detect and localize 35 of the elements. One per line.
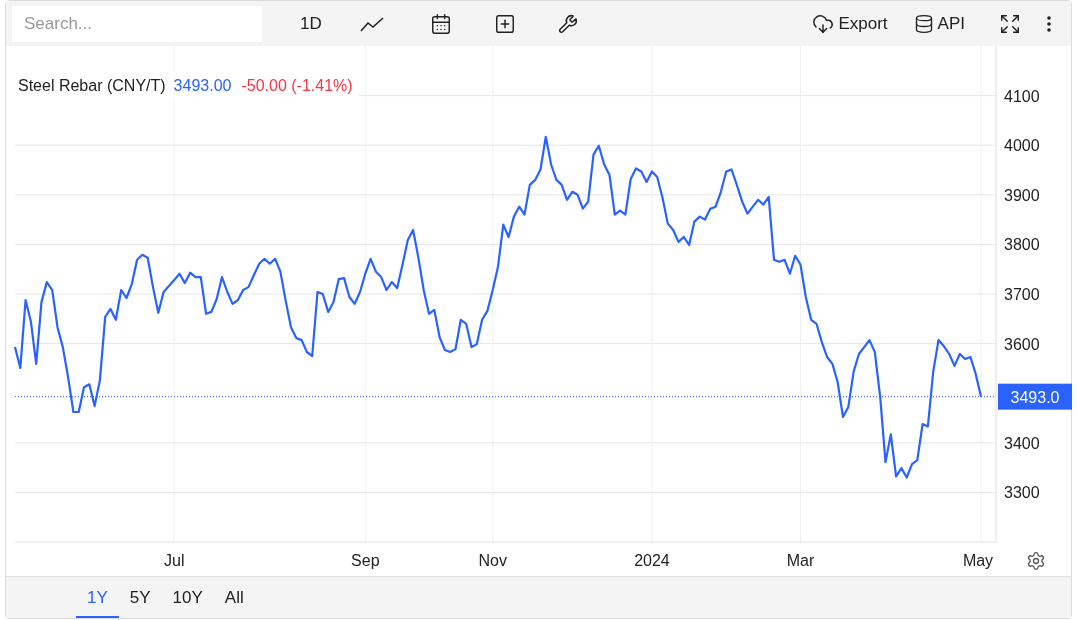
settings-icon	[1026, 551, 1046, 571]
expand-icon	[999, 12, 1021, 35]
axis-label: Sep	[351, 552, 380, 569]
axis-label: 3600	[1004, 335, 1040, 353]
instrument-name: Steel Rebar (CNY/T)	[18, 76, 166, 96]
axis-label: 3700	[1004, 286, 1040, 303]
square-plus-icon	[493, 12, 516, 35]
axis-label: May	[962, 552, 994, 569]
price-change: -50.00 (-1.41%)	[241, 76, 353, 96]
axis-label: 3300	[1004, 484, 1040, 502]
cloud-download-icon	[812, 12, 835, 35]
axis-label: 3900	[1004, 186, 1040, 204]
database-icon	[913, 13, 934, 34]
range-tab[interactable]: 10Y	[161, 577, 214, 618]
axis-label: 4000	[1004, 137, 1040, 155]
axis-label: 2024	[634, 552, 670, 569]
axis-label: 4100	[1004, 87, 1040, 105]
range-tab[interactable]: All	[213, 577, 255, 618]
line-chart-icon	[359, 15, 384, 32]
last-price: 3493.00	[173, 76, 232, 96]
calendar-icon	[429, 12, 452, 35]
api-button[interactable]: API	[913, 10, 965, 37]
axis-label: Jul	[164, 552, 185, 569]
wrench-icon	[557, 13, 578, 34]
axis-label: Mar	[786, 552, 815, 569]
search-field[interactable]: Search...	[12, 5, 262, 42]
more-icon	[1047, 15, 1051, 32]
axis-label: 3800	[1004, 236, 1040, 254]
export-button[interactable]: Export	[812, 10, 888, 37]
price-tag: 3493.0	[998, 383, 1072, 410]
range-tab[interactable]: 5Y	[118, 577, 162, 618]
range-tab[interactable]: 1Y	[76, 577, 119, 618]
axis-label: 3400	[1004, 434, 1040, 452]
axis-label: Nov	[478, 552, 507, 569]
interval-button[interactable]: 1D	[296, 10, 326, 37]
